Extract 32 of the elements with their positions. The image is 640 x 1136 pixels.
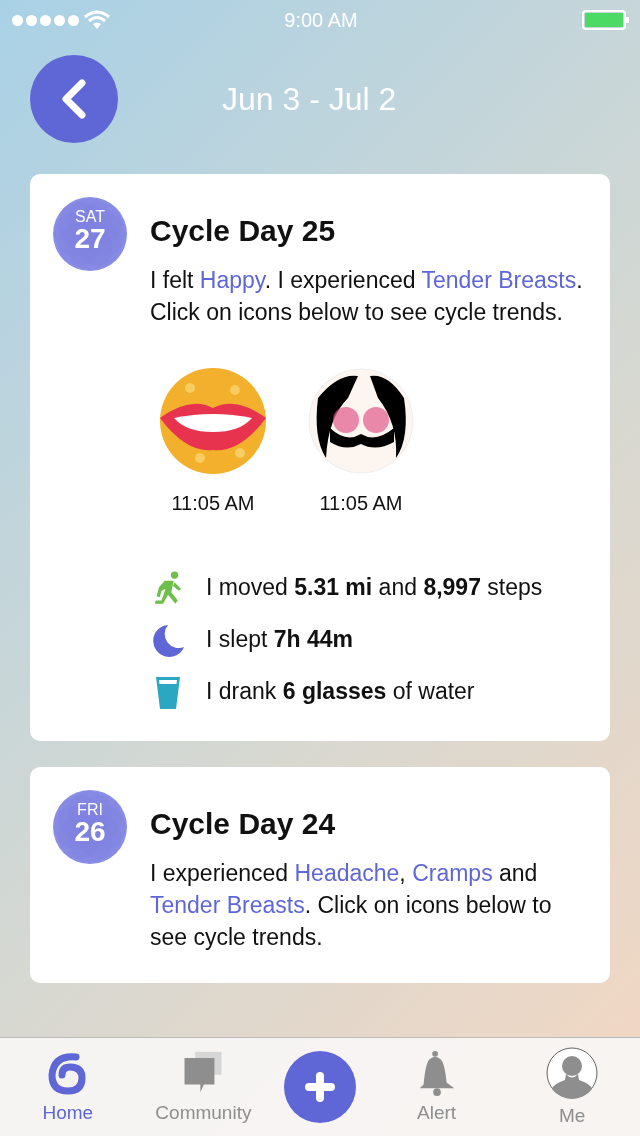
tab-item[interactable]: Home bbox=[12, 1050, 123, 1124]
stat-text: I slept 7h 44m bbox=[206, 625, 354, 654]
tab-item[interactable]: Me bbox=[517, 1047, 628, 1127]
smiling-lips-icon[interactable] bbox=[160, 368, 266, 474]
wifi-icon bbox=[83, 10, 111, 30]
day-number: 26 bbox=[74, 818, 106, 846]
day-number: 27 bbox=[74, 225, 106, 253]
back-icon bbox=[60, 79, 88, 119]
weekday-label: FRI bbox=[77, 802, 103, 818]
day-summary: I felt Happy. I experienced Tender Breasts. Click on icons below to see cycle trends. bbox=[150, 266, 584, 327]
weekday-label: SAT bbox=[75, 209, 105, 225]
avatar-icon bbox=[546, 1047, 599, 1099]
signal-icon bbox=[12, 14, 79, 26]
battery-icon bbox=[582, 10, 630, 30]
symptom-link[interactable]: Tender Breasts bbox=[421, 267, 577, 293]
day-summary: I experienced Headache, Cramps and Tender Breasts. Click on icons below to see cycle trends. bbox=[150, 859, 553, 952]
cycle-day-title: Cycle Day 24 bbox=[150, 807, 337, 841]
symptom-link[interactable]: Happy bbox=[199, 267, 265, 293]
status-time: 9:00 AM bbox=[284, 8, 358, 32]
cycle-day-title: Cycle Day 25 bbox=[150, 214, 337, 248]
date-range-title: Jun 3 - Jul 2 bbox=[222, 80, 397, 118]
tab-item[interactable]: Alert bbox=[381, 1050, 492, 1124]
tab-item[interactable]: Community bbox=[148, 1050, 259, 1124]
log-time: 11:05 AM bbox=[319, 492, 403, 515]
log-time: 11:05 AM bbox=[171, 492, 255, 515]
stat-text: I moved 5.31 mi and 8,997 steps bbox=[206, 573, 543, 602]
moon-icon bbox=[150, 623, 186, 659]
symptom-link[interactable]: Cramps bbox=[412, 860, 493, 886]
symptom-link[interactable]: Headache bbox=[294, 860, 400, 886]
plus-icon bbox=[305, 1072, 335, 1102]
symptom-link[interactable]: Tender Breasts bbox=[150, 892, 305, 918]
stat-text: I drank 6 glasses of water bbox=[206, 677, 475, 706]
